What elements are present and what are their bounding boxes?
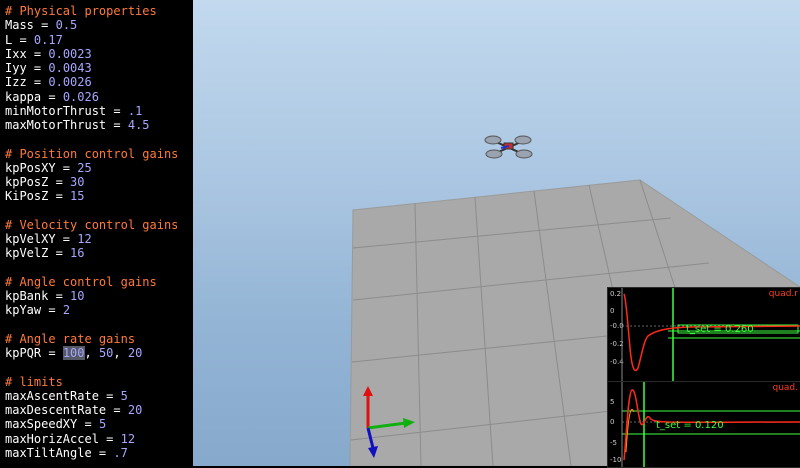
param-value: 10 bbox=[70, 289, 85, 303]
param-name: kpPQR bbox=[5, 346, 42, 360]
param-value: 12 bbox=[77, 232, 92, 246]
config-param-line: kpYaw = 2 bbox=[5, 303, 71, 318]
config-param-line: maxTiltAngle = .7 bbox=[5, 445, 128, 460]
param-name: Mass bbox=[5, 18, 34, 33]
param-name: KiPosZ bbox=[5, 189, 49, 204]
config-comment-line: # Angle rate gains bbox=[5, 332, 135, 346]
param-name: kpYaw bbox=[5, 303, 42, 318]
section-comment: # limits bbox=[5, 374, 63, 389]
config-param-line: maxMotorThrust = 4.5 bbox=[5, 118, 150, 132]
param-value: 0.0043 bbox=[48, 61, 92, 75]
param-name: maxDescentRate bbox=[5, 403, 107, 417]
param-value: 0.5 bbox=[55, 18, 78, 33]
param-value: 0.17 bbox=[33, 32, 63, 47]
plot-marker-label: t_set = 0.260 bbox=[686, 324, 754, 335]
param-name: kpPosXY bbox=[5, 160, 56, 175]
config-param-line: kpVelZ = 16 bbox=[5, 246, 85, 261]
config-param-line: L = 0.17 bbox=[5, 32, 63, 47]
quadrotor-drone bbox=[484, 135, 533, 159]
param-value-selected: 100 bbox=[62, 346, 85, 360]
section-comment: # Position control gains bbox=[5, 146, 179, 161]
param-name: maxSpeedXY bbox=[5, 417, 78, 432]
config-comment-line: # Position control gains bbox=[5, 147, 178, 161]
section-comment: # Angle control gains bbox=[5, 274, 157, 289]
config-editor-panel[interactable]: # Physical properties Mass = 0.5 L = 0.17 I… bbox=[0, 0, 193, 466]
section-comment: # Physical properties bbox=[5, 4, 157, 18]
config-param-line: kpPosZ = 30 bbox=[5, 175, 85, 189]
config-comment-line: # Angle control gains bbox=[5, 275, 157, 289]
param-value: 0.0023 bbox=[48, 46, 92, 61]
param-value: 0.026 bbox=[62, 89, 99, 104]
param-name: Ixx bbox=[5, 46, 27, 61]
param-name: kpVelXY bbox=[5, 232, 56, 246]
param-name: kpVelZ bbox=[5, 246, 49, 261]
config-param-line: kpPosXY = 25 bbox=[5, 160, 92, 175]
param-value: 5 bbox=[120, 388, 128, 403]
config-param-line: Ixx = 0.0023 bbox=[5, 46, 92, 61]
param-value: 50 bbox=[98, 346, 114, 360]
config-param-line: Iyy = 0.0043 bbox=[5, 61, 92, 75]
config-comment-line: # Physical properties bbox=[5, 4, 157, 18]
param-value: 12 bbox=[120, 431, 136, 446]
param-value: 20 bbox=[127, 346, 143, 360]
config-comment-line: # Velocity control gains bbox=[5, 218, 178, 232]
config-comment-line: # limits bbox=[5, 375, 63, 389]
config-param-line: maxDescentRate = 20 bbox=[5, 403, 143, 417]
config-param-line: maxSpeedXY = 5 bbox=[5, 417, 107, 432]
config-param-line: kpPQR = 100, 50, 20 bbox=[5, 346, 143, 360]
param-value: .7 bbox=[113, 445, 128, 460]
param-value: 2 bbox=[62, 303, 71, 318]
param-name: maxHorizAccel bbox=[5, 431, 99, 446]
plot-bottom[interactable]: quad. 5 0 -5 -10 t_set = 0.120 bbox=[607, 381, 800, 468]
param-name: kpPosZ bbox=[5, 175, 49, 189]
config-param-line: kpBank = 10 bbox=[5, 289, 85, 303]
config-param-line: KiPosZ = 15 bbox=[5, 189, 85, 204]
config-param-line: kpVelXY = 12 bbox=[5, 232, 92, 246]
config-param-line: Mass = 0.5 bbox=[5, 18, 78, 33]
config-param-line: kappa = 0.026 bbox=[5, 89, 99, 104]
param-value: 25 bbox=[77, 160, 92, 175]
param-value: 30 bbox=[70, 175, 85, 189]
param-name: minMotorThrust bbox=[5, 103, 107, 118]
param-name: maxMotorThrust bbox=[5, 118, 107, 132]
param-name: maxAscentRate bbox=[5, 388, 99, 403]
param-value: 4.5 bbox=[127, 118, 150, 132]
param-value: 5 bbox=[98, 417, 107, 432]
section-comment: # Angle rate gains bbox=[5, 331, 136, 346]
section-comment: # Velocity control gains bbox=[5, 217, 179, 232]
param-value: 20 bbox=[127, 403, 143, 417]
param-name: kpBank bbox=[5, 289, 49, 303]
param-value: 15 bbox=[70, 189, 85, 204]
param-name: kappa bbox=[5, 89, 42, 104]
plot-marker-label: t_set = 0.120 bbox=[656, 420, 724, 431]
param-value: 0.0026 bbox=[48, 75, 92, 90]
config-param-line: minMotorThrust = .1 bbox=[5, 103, 143, 118]
config-param-line: Izz = 0.0026 bbox=[5, 75, 92, 90]
param-name: Izz bbox=[5, 75, 27, 90]
config-param-line: maxHorizAccel = 12 bbox=[5, 431, 136, 446]
param-name: maxTiltAngle bbox=[5, 445, 92, 460]
config-param-line: maxAscentRate = 5 bbox=[5, 388, 128, 403]
plot-top[interactable]: quad.r 0.2 0 -0.0 -0.2 -0.4 t_set = 0.26… bbox=[607, 287, 800, 382]
param-name: Iyy bbox=[5, 61, 27, 75]
param-value: 16 bbox=[70, 246, 85, 261]
param-name: L bbox=[5, 32, 13, 47]
param-value: .1 bbox=[127, 103, 143, 118]
